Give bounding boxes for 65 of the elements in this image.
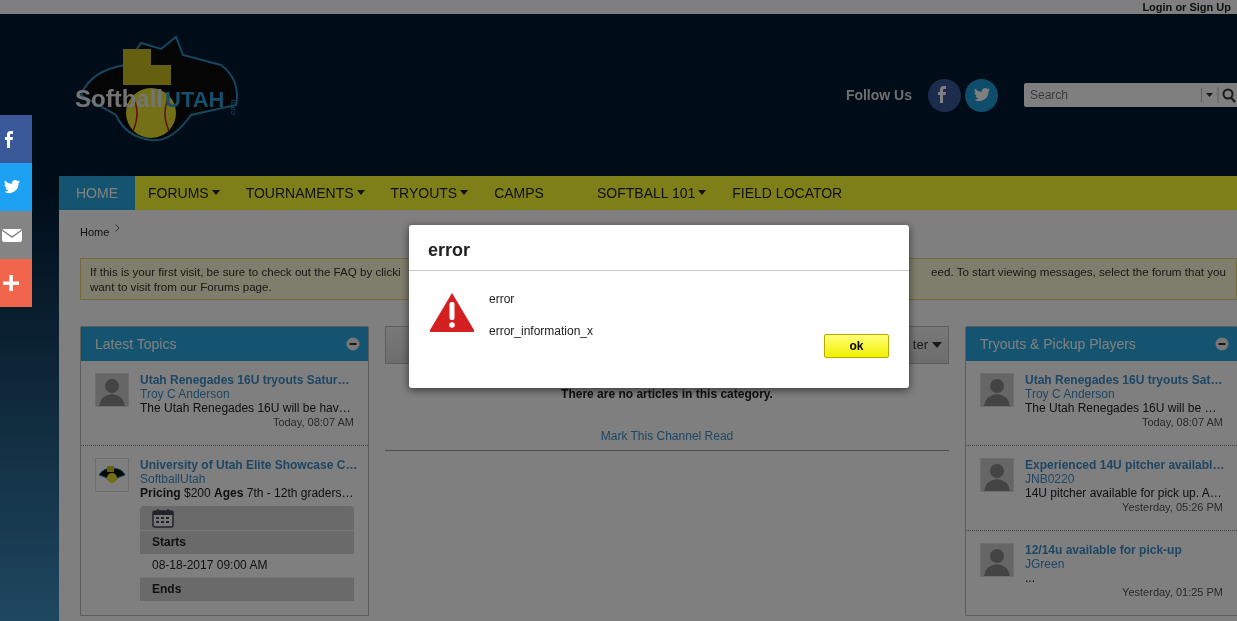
event-value: 08-18-2017 09:00 AM: [140, 554, 354, 577]
author-link[interactable]: Troy C Anderson: [140, 387, 354, 401]
author-link[interactable]: JNB0220: [1025, 472, 1223, 486]
user-avatar: [980, 458, 1014, 492]
topic-time: Today, 08:07 AM: [1140, 415, 1223, 429]
search-field[interactable]: Search: [1024, 83, 1201, 107]
author-link[interactable]: SoftballUtah: [140, 472, 354, 486]
topic-time: Yesterday, 05:26 PM: [1121, 500, 1223, 514]
facebook-icon: [5, 130, 13, 148]
topic-excerpt: The Utah Renegades 16U will be …: [1025, 401, 1218, 415]
topic-title-link[interactable]: Utah Renegades 16U tryouts Sat…: [1025, 373, 1223, 387]
panel-title: Latest Topics: [95, 334, 177, 354]
calendar-icon: [152, 508, 174, 528]
caret-icon: [932, 342, 942, 348]
topic-excerpt: 14U pitcher available for pick up. A…: [1025, 486, 1223, 500]
notice-text: If this is your first visit, be sure to check out the FAQ by clicki: [90, 264, 401, 279]
event-label: Ends: [140, 577, 354, 601]
panel-title: Tryouts & Pickup Players: [980, 334, 1136, 354]
twitter-share-button[interactable]: [0, 163, 32, 211]
error-detail: error_information_x: [489, 323, 594, 340]
nav-tab[interactable]: CAMPS: [481, 176, 584, 210]
breadcrumb-link[interactable]: Home: [80, 224, 110, 241]
topic-time: Today, 08:07 AM: [271, 415, 354, 429]
email-share-button[interactable]: [0, 211, 32, 259]
facebook-icon[interactable]: [928, 78, 961, 112]
topic-title-link[interactable]: Utah Renegades 16U tryouts Satur…: [140, 373, 354, 387]
user-avatar: [95, 373, 129, 407]
ok-button[interactable]: ok: [824, 334, 889, 358]
dialog-title: error: [409, 225, 909, 271]
chevron-icon: [115, 224, 121, 232]
topic-title-link[interactable]: 12/14u available for pick-up: [1025, 543, 1223, 557]
search-icon[interactable]: [1217, 83, 1237, 107]
nav-tab[interactable]: TRYOUTS: [377, 176, 482, 210]
author-link[interactable]: JGreen: [1025, 557, 1223, 571]
collapse-icon[interactable]: [1215, 337, 1229, 351]
mark-read-link[interactable]: Mark This Channel Read: [600, 429, 734, 443]
topic-excerpt: The Utah Renegades 16U will be hav…: [140, 401, 352, 415]
collapse-icon[interactable]: [346, 337, 360, 351]
topic-excerpt: Pricing $200 Ages 7th - 12th graders…: [140, 486, 354, 500]
nav-tab[interactable]: HOME: [59, 176, 135, 210]
nav-tab[interactable]: SOFTBALL 101: [583, 176, 720, 210]
topic-excerpt: ...: [1025, 571, 1036, 585]
notice-text: eed. To start viewing messages, select the forum that you: [931, 264, 1226, 279]
facebook-share-button[interactable]: [0, 115, 32, 163]
logo-avatar: [95, 458, 129, 492]
dropdown-caret-icon[interactable]: [1201, 83, 1217, 107]
warning-icon: [429, 292, 475, 332]
topic-time: Yesterday, 01:25 PM: [1121, 585, 1223, 599]
user-avatar: [980, 373, 1014, 407]
share-more-button[interactable]: [0, 259, 32, 307]
logo-suffix: .com: [228, 99, 237, 117]
follow-us-label: Follow Us: [845, 85, 912, 105]
error-message: error: [489, 291, 516, 308]
nav-tab[interactable]: FORUMS: [135, 176, 233, 210]
nav-tab[interactable]: TOURNAMENTS: [232, 176, 378, 210]
login-link[interactable]: Login or Sign Up: [1142, 1, 1231, 13]
twitter-icon[interactable]: [965, 78, 998, 112]
author-link[interactable]: Troy C Anderson: [1025, 387, 1223, 401]
notice-text: want to visit from our Forums page.: [90, 279, 273, 294]
user-avatar: [980, 543, 1014, 577]
filter-button[interactable]: ter: [912, 335, 942, 355]
topic-title-link[interactable]: University of Utah Elite Showcase C…: [140, 458, 354, 472]
topic-title-link[interactable]: Experienced 14U pitcher availabl…: [1025, 458, 1223, 472]
empty-message: There are no articles in this category.: [560, 386, 774, 403]
nav-tab[interactable]: FIELD LOCATOR: [719, 176, 856, 210]
